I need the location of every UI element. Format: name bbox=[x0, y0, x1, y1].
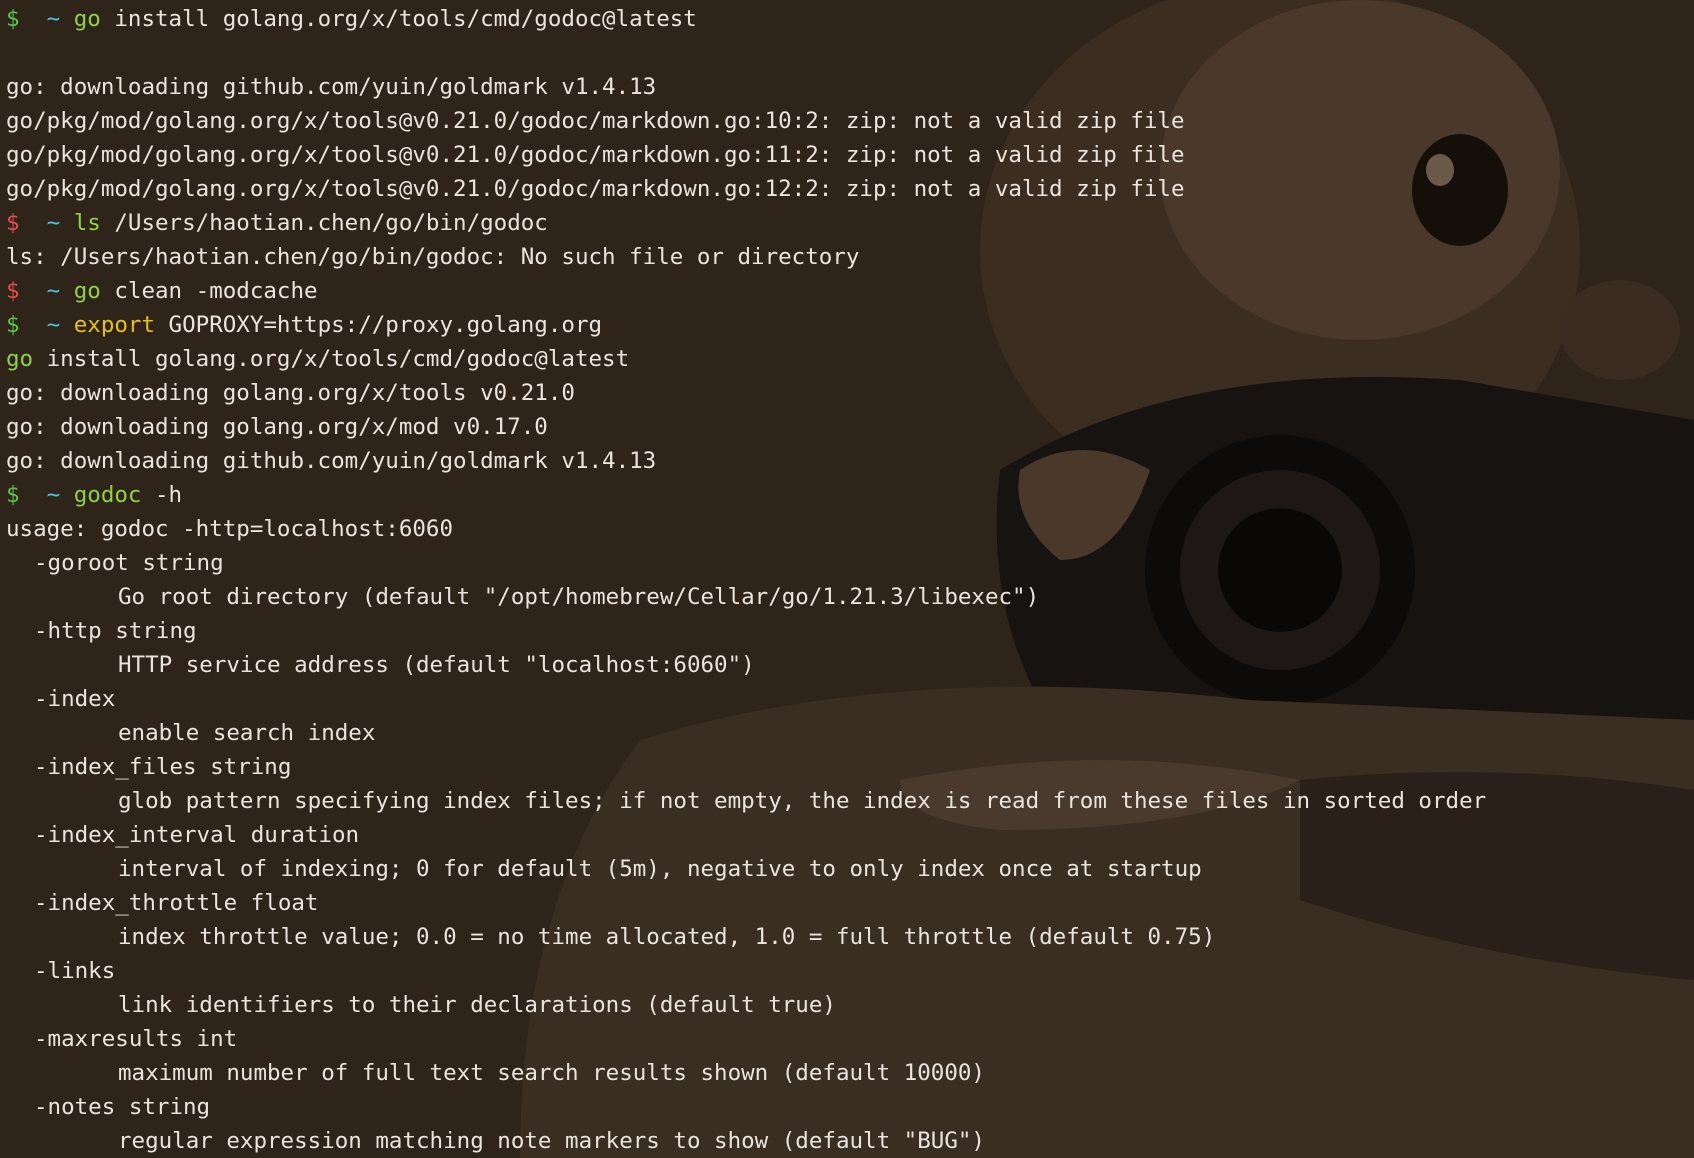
flag-description: Go root directory (default "/opt/homebre… bbox=[118, 584, 1040, 610]
prompt-line: $ ~ ls /Users/haotian.chen/go/bin/godoc bbox=[6, 206, 1486, 240]
prompt-directory: ~ bbox=[46, 312, 61, 338]
prompt-symbol: $ bbox=[6, 210, 20, 236]
continuation-line: go install golang.org/x/tools/cmd/godoc@… bbox=[6, 342, 1486, 376]
flag-description: index throttle value; 0.0 = no time allo… bbox=[118, 924, 1216, 950]
command-args: install golang.org/x/tools/cmd/godoc@lat… bbox=[33, 346, 630, 372]
terminal-window[interactable]: $ ~ go install golang.org/x/tools/cmd/go… bbox=[0, 0, 1694, 1158]
output-line: usage: godoc -http=localhost:6060 bbox=[6, 516, 454, 542]
output-line: ls: /Users/haotian.chen/go/bin/godoc: No… bbox=[6, 244, 860, 270]
output-line: go: downloading github.com/yuin/goldmark… bbox=[6, 448, 657, 474]
output-line: go/pkg/mod/golang.org/x/tools@v0.21.0/go… bbox=[6, 108, 1185, 134]
prompt-line: $ ~ go clean -modcache bbox=[6, 274, 1486, 308]
command-args: /Users/haotian.chen/go/bin/godoc bbox=[100, 210, 548, 236]
command-name: go bbox=[73, 6, 101, 32]
blank-line bbox=[6, 36, 1486, 70]
flag-description: link identifiers to their declarations (… bbox=[118, 992, 836, 1018]
prompt-line: $ ~ export GOPROXY=https://proxy.golang.… bbox=[6, 308, 1486, 342]
prompt-directory: ~ bbox=[46, 6, 61, 32]
output-line: go/pkg/mod/golang.org/x/tools@v0.21.0/go… bbox=[6, 176, 1185, 202]
prompt-directory: ~ bbox=[46, 482, 61, 508]
flag-description: maximum number of full text search resul… bbox=[118, 1060, 985, 1086]
flag-line: -http string bbox=[34, 618, 197, 644]
flag-description: interval of indexing; 0 for default (5m)… bbox=[118, 856, 1202, 882]
flag-line: -maxresults int bbox=[34, 1026, 238, 1052]
flag-line: -links bbox=[34, 958, 116, 984]
command-name: go bbox=[6, 346, 34, 372]
flag-line: -notes string bbox=[34, 1094, 211, 1120]
output-line: go: downloading golang.org/x/mod v0.17.0 bbox=[6, 414, 548, 440]
flag-description: enable search index bbox=[118, 720, 376, 746]
flag-line: -index_throttle float bbox=[34, 890, 319, 916]
output-line: go: downloading github.com/yuin/goldmark… bbox=[6, 74, 657, 100]
flag-line: -index_interval duration bbox=[34, 822, 360, 848]
prompt-directory: ~ bbox=[46, 210, 61, 236]
prompt-line: $ ~ godoc -h bbox=[6, 478, 1486, 512]
flag-description: HTTP service address (default "localhost… bbox=[118, 652, 755, 678]
flag-description: regular expression matching note markers… bbox=[118, 1128, 985, 1154]
output-line: go: downloading golang.org/x/tools v0.21… bbox=[6, 380, 575, 406]
flag-description: glob pattern specifying index files; if … bbox=[118, 788, 1487, 814]
prompt-symbol: $ bbox=[6, 278, 20, 304]
terminal-output[interactable]: $ ~ go install golang.org/x/tools/cmd/go… bbox=[0, 2, 1486, 1158]
flag-line: -goroot string bbox=[34, 550, 224, 576]
command-args: -h bbox=[141, 482, 183, 508]
prompt-symbol: $ bbox=[6, 312, 20, 338]
output-line: go/pkg/mod/golang.org/x/tools@v0.21.0/go… bbox=[6, 142, 1185, 168]
prompt-directory: ~ bbox=[46, 278, 61, 304]
flag-line: -index bbox=[34, 686, 116, 712]
command-name: export bbox=[73, 312, 156, 338]
flag-line: -index_files string bbox=[34, 754, 292, 780]
command-args: install golang.org/x/tools/cmd/godoc@lat… bbox=[100, 6, 697, 32]
command-name: go bbox=[73, 278, 101, 304]
prompt-line: $ ~ go install golang.org/x/tools/cmd/go… bbox=[6, 2, 1486, 36]
command-args: GOPROXY=https://proxy.golang.org bbox=[155, 312, 603, 338]
prompt-symbol: $ bbox=[6, 482, 20, 508]
command-args: clean -modcache bbox=[100, 278, 318, 304]
prompt-symbol: $ bbox=[6, 6, 20, 32]
command-name: ls bbox=[73, 210, 101, 236]
command-name: godoc bbox=[73, 482, 142, 508]
